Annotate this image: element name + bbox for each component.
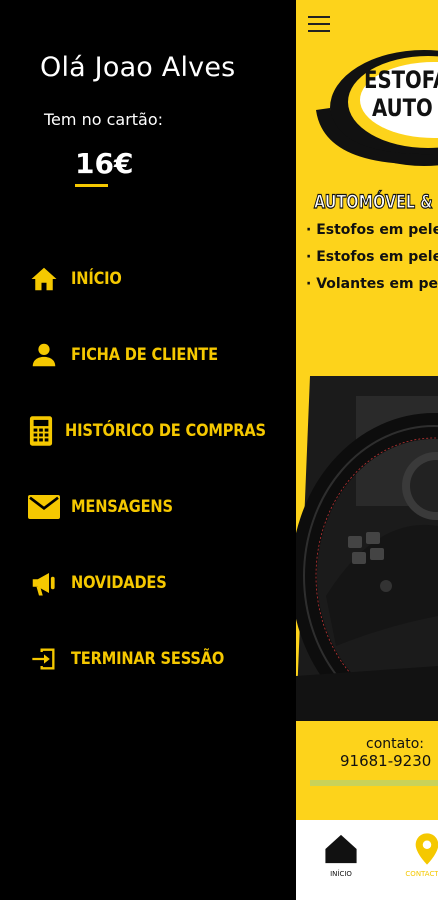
home-icon xyxy=(325,834,357,864)
card-balance-label: Tem no cartão: xyxy=(44,110,164,129)
contact-phone[interactable]: 91681-9230 xyxy=(340,752,431,770)
card-balance-value: 16€ xyxy=(75,147,134,180)
menu-item-novidades[interactable]: NOVIDADES xyxy=(0,560,296,606)
menu-item-label: FICHA DE CLIENTE xyxy=(71,345,218,365)
divider-strip xyxy=(310,780,438,786)
menu-item-label: TERMINAR SESSÃO xyxy=(71,649,225,669)
logout-icon xyxy=(28,643,60,675)
service-bullet: · Estofos em pele xyxy=(306,249,438,265)
steering-wheel-photo xyxy=(296,376,438,739)
calculator-icon xyxy=(28,415,54,447)
menu-item-label: INÍCIO xyxy=(71,269,122,289)
contact-label: contato: xyxy=(366,736,424,752)
envelope-icon xyxy=(28,491,60,523)
location-pin-icon xyxy=(415,833,438,865)
megaphone-icon xyxy=(28,567,60,599)
user-greeting: Olá Joao Alves xyxy=(40,52,236,83)
service-category-title: AUTOMÓVEL & xyxy=(314,190,434,213)
hamburger-menu-icon[interactable] xyxy=(308,16,330,34)
menu-item-inicio[interactable]: INÍCIO xyxy=(0,256,296,302)
navigation-drawer: Olá Joao Alves Tem no cartão: 16€ INÍCIO… xyxy=(0,0,296,900)
menu-item-ficha-cliente[interactable]: FICHA DE CLIENTE xyxy=(0,332,296,378)
menu-item-mensagens[interactable]: MENSAGENS xyxy=(0,484,296,530)
service-bullet: · Volantes em pele xyxy=(306,276,438,292)
logo-text-line1: ESTOFA xyxy=(364,66,438,94)
bottom-nav-inicio[interactable]: INÍCIO xyxy=(296,820,386,900)
menu-item-label: NOVIDADES xyxy=(71,573,167,593)
balance-underline xyxy=(75,184,108,187)
logo-text-line2: AUTO E xyxy=(372,94,438,122)
bottom-nav-label: CONTACTOS xyxy=(405,870,438,878)
person-icon xyxy=(28,339,60,371)
bottom-nav-contactos[interactable]: CONTACTOS xyxy=(382,820,438,900)
menu-item-terminar-sessao[interactable]: TERMINAR SESSÃO xyxy=(0,636,296,682)
bottom-navigation: INÍCIO CONTACTOS xyxy=(296,820,438,900)
menu-item-label: HISTÓRICO DE COMPRAS xyxy=(65,421,266,441)
menu-item-historico-compras[interactable]: HISTÓRICO DE COMPRAS xyxy=(0,408,296,454)
bottom-nav-label: INÍCIO xyxy=(330,870,352,878)
main-content: ESTOFA AUTO E AUTOMÓVEL & · Estofos em p… xyxy=(296,0,438,900)
home-icon xyxy=(28,263,60,295)
service-bullet: · Estofos em pele xyxy=(306,222,438,238)
menu-item-label: MENSAGENS xyxy=(71,497,173,517)
